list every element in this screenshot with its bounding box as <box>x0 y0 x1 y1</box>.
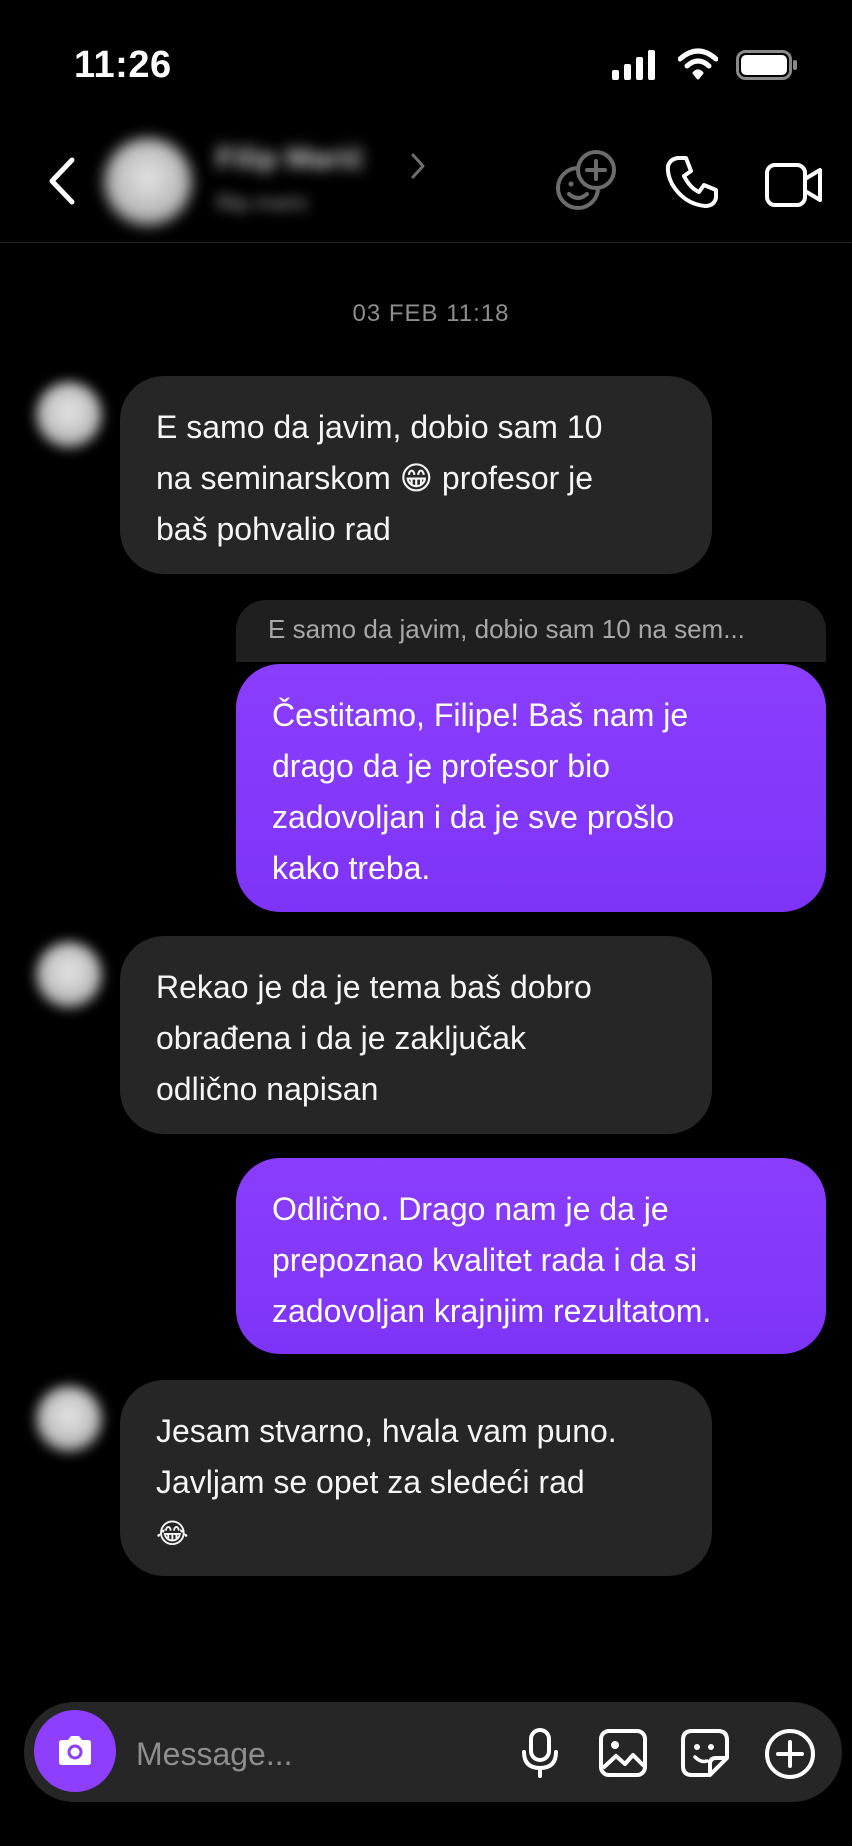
contact-name[interactable]: Filip Marić <box>216 142 364 176</box>
contact-avatar[interactable] <box>104 138 192 226</box>
message-input[interactable] <box>134 1728 498 1780</box>
camera-icon <box>59 1736 91 1765</box>
outgoing-message[interactable]: Čestitamo, Filipe! Baš nam je drago da j… <box>236 664 826 912</box>
sender-avatar[interactable] <box>36 1386 102 1452</box>
message-line: baš pohvalio rad <box>156 511 391 547</box>
outgoing-message[interactable]: Odlično. Drago nam je da je prepoznao kv… <box>236 1158 826 1354</box>
message-line: obrađena i da je zaključak <box>156 1020 527 1056</box>
message-line: Rekao je da je tema baš dobro <box>156 969 592 1005</box>
reply-preview[interactable]: E samo da javim, dobio sam 10 na sem... <box>236 600 826 662</box>
message-line: na seminarskom 😁 profesor je <box>156 460 594 496</box>
message-line: zadovoljan i da je sve prošlo <box>272 799 675 835</box>
message-line: Jesam stvarno, hvala vam puno. <box>156 1413 617 1449</box>
message-line: kako treba. <box>272 850 431 886</box>
header-divider <box>0 242 852 243</box>
message-line: Čestitamo, Filipe! Baš nam je <box>272 697 689 733</box>
message-line: odlično napisan <box>156 1071 379 1107</box>
message-line: prepoznao kvalitet rada i da si <box>272 1242 698 1278</box>
contact-username: filip.maric <box>216 190 309 215</box>
wifi-icon <box>678 48 718 80</box>
incoming-message[interactable]: Rekao je da je tema baš dobro obrađena i… <box>120 936 712 1134</box>
thread-timestamp: 03 FEB 11:18 <box>352 300 510 327</box>
sticker-icon[interactable] <box>680 1728 730 1778</box>
message-line: zadovoljan krajnjim rezultatom. <box>272 1293 712 1329</box>
message-line: Javljam se opet za sledeći rad <box>156 1464 585 1500</box>
message-line: drago da je profesor bio <box>272 748 610 784</box>
status-time: 11:26 <box>74 44 172 86</box>
gallery-icon[interactable] <box>598 1728 648 1778</box>
camera-button[interactable] <box>34 1710 116 1792</box>
cellular-signal-icon <box>612 50 655 80</box>
sender-avatar[interactable] <box>36 942 102 1008</box>
chevron-right-icon[interactable] <box>410 152 426 180</box>
add-people-icon[interactable] <box>554 150 618 214</box>
sender-avatar[interactable] <box>36 382 102 448</box>
message-line: 😂 <box>156 1517 189 1550</box>
message-line: Odlično. Drago nam je da je <box>272 1191 669 1227</box>
phone-icon[interactable] <box>664 154 720 210</box>
plus-icon[interactable] <box>764 1728 816 1780</box>
microphone-icon[interactable] <box>520 1728 560 1778</box>
message-line: E samo da javim, dobio sam 10 <box>156 409 603 445</box>
back-chevron-icon[interactable] <box>44 156 78 206</box>
incoming-message[interactable]: E samo da javim, dobio sam 10 na seminar… <box>120 376 712 574</box>
incoming-message[interactable]: Jesam stvarno, hvala vam puno. Javljam s… <box>120 1380 712 1576</box>
battery-icon <box>736 50 797 80</box>
video-camera-icon[interactable] <box>764 162 824 208</box>
